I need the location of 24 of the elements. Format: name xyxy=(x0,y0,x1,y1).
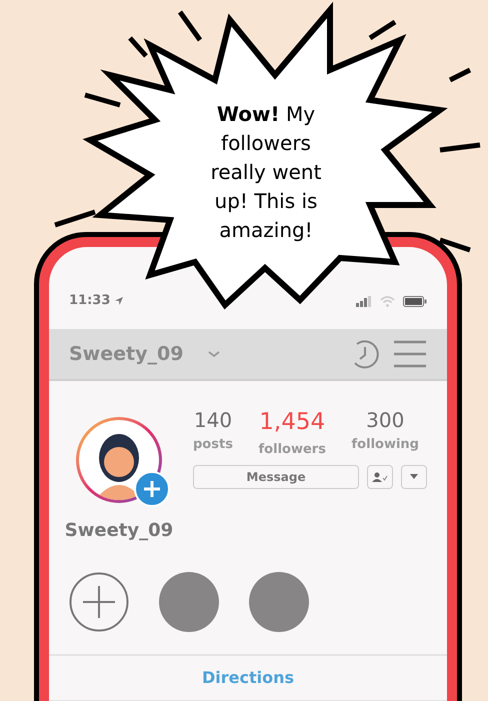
profile-username: Sweety_09 xyxy=(64,519,174,543)
caret-down-icon xyxy=(409,474,419,480)
chevron-down-icon[interactable] xyxy=(207,349,222,359)
stat-label: posts xyxy=(193,436,233,454)
new-highlight-plus-icon[interactable] xyxy=(69,572,129,632)
stat-value: 300 xyxy=(366,407,404,434)
stat-value: 140 xyxy=(194,407,232,434)
speech-bubble-text: Wow! My followers really went up! This is amazing! xyxy=(210,101,322,244)
wifi-icon xyxy=(380,296,395,306)
person-check-icon xyxy=(372,472,388,482)
directions-link[interactable]: Directions xyxy=(202,666,294,690)
following-status-button[interactable] xyxy=(367,465,393,489)
status-time: 11:33 xyxy=(69,292,110,310)
message-button[interactable]: Message xyxy=(193,465,359,489)
menu-icon[interactable] xyxy=(393,339,427,369)
add-story-plus-icon[interactable] xyxy=(134,471,170,507)
stat-label: followers xyxy=(258,440,326,458)
location-arrow-icon xyxy=(114,296,124,306)
battery-icon xyxy=(403,296,427,306)
signal-icon xyxy=(356,296,372,306)
stat-label: following xyxy=(352,436,419,454)
dropdown-button[interactable] xyxy=(401,465,427,489)
stat-value: 1,454 xyxy=(259,408,326,437)
header-username: Sweety_09 xyxy=(69,342,184,367)
